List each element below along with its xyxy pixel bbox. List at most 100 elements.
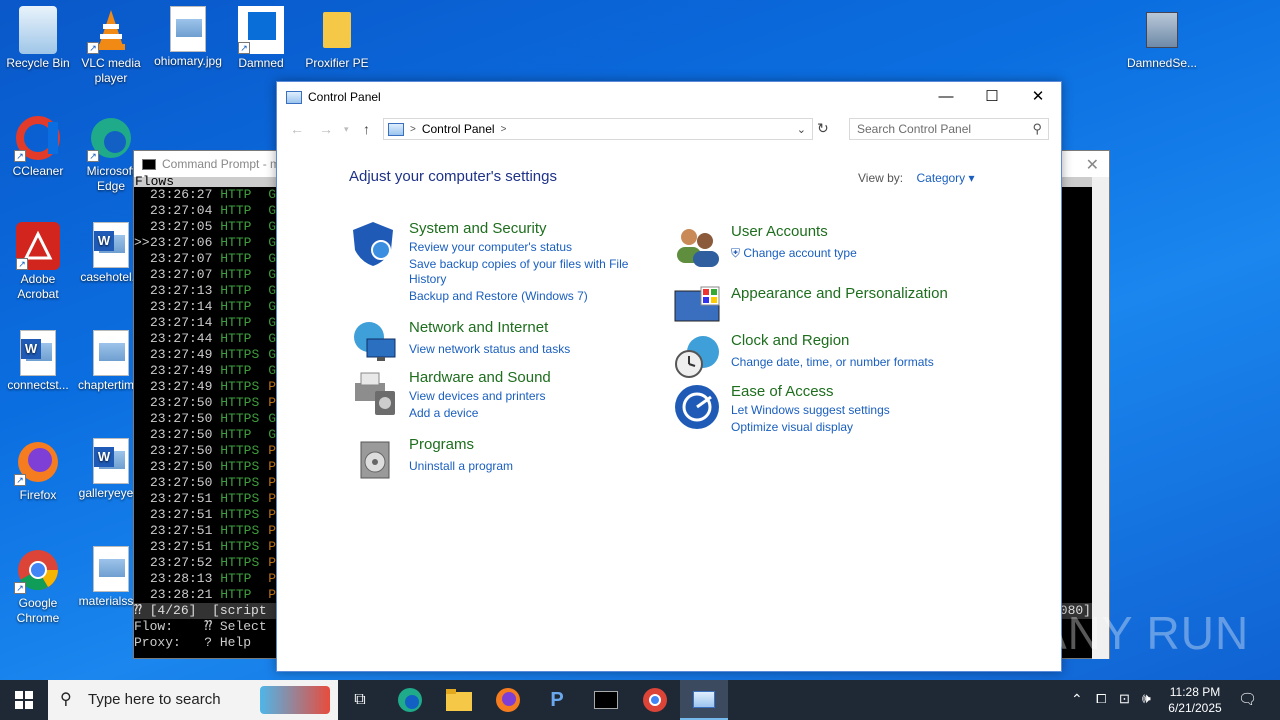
category-title[interactable]: Clock and Region (731, 332, 849, 349)
breadcrumb-control-panel[interactable]: Control Panel (422, 122, 495, 136)
maximize-button[interactable]: ☐ (969, 82, 1015, 112)
taskbar-cmd[interactable] (582, 680, 630, 720)
category-title[interactable]: Network and Internet (409, 319, 548, 336)
flow-protocol: HTTPS (220, 491, 260, 506)
link-save-backup[interactable]: Save backup copies of your files with Fi… (409, 257, 628, 272)
link-review-status[interactable]: Review your computer's status (409, 240, 572, 255)
desktop-icon-ccleaner[interactable]: ↗ CCleaner (0, 108, 76, 179)
taskbar-search-input[interactable]: ⚲ Type here to search (48, 680, 338, 720)
flow-marker (134, 475, 150, 491)
start-button[interactable] (0, 680, 48, 720)
chevron-up-icon[interactable]: ⌃ (1071, 691, 1083, 708)
caret-down-icon: ▾ (968, 171, 975, 185)
word-document-icon: W (93, 438, 129, 484)
link-optimize-display[interactable]: Optimize visual display (731, 420, 853, 435)
desktop-icon-recycle-bin[interactable]: Recycle Bin (0, 0, 76, 71)
taskbar-chrome[interactable] (631, 680, 679, 720)
link-save-backup-cont[interactable]: History (409, 272, 446, 287)
cmd-scrollbar[interactable] (1092, 177, 1109, 659)
cmd-close-button[interactable]: ✕ (1086, 155, 1099, 175)
desktop-icon-label: ohiomary.jpg (154, 54, 222, 68)
forward-arrow-icon[interactable]: → (319, 121, 333, 137)
image-file-icon (93, 330, 129, 376)
view-by-dropdown[interactable]: Category ▾ (916, 171, 974, 185)
network-tray-icon[interactable]: ⧠ (1096, 691, 1106, 707)
desktop-icon-label: CCleaner (12, 164, 64, 178)
cmd-title: Command Prompt - m (162, 157, 281, 171)
flow-time: 23:27:52 (150, 555, 213, 570)
flow-time: 23:27:51 (150, 507, 213, 522)
link-devices-printers[interactable]: View devices and printers (409, 389, 546, 404)
link-windows-suggest[interactable]: Let Windows suggest settings (731, 403, 890, 418)
task-view-button[interactable]: ⧉ (336, 680, 384, 720)
desktop-icon-acrobat[interactable]: ↗ Adobe Acrobat (0, 216, 76, 302)
taskbar-proxifier[interactable]: P (533, 680, 581, 720)
category-title[interactable]: Programs (409, 436, 474, 453)
chevron-down-icon[interactable]: ⌄ (797, 123, 806, 136)
flow-protocol: HTTPS (220, 475, 260, 490)
category-title[interactable]: Hardware and Sound (409, 369, 551, 386)
flow-time: 23:27:50 (150, 459, 213, 474)
control-panel-window[interactable]: Control Panel — ☐ ✕ ← → ▾ ↑ > Control Pa… (276, 81, 1062, 672)
link-change-account-type[interactable]: ⛨ Change account type (731, 246, 857, 261)
refresh-icon[interactable]: ↻ (817, 120, 829, 137)
flow-protocol: HTTP (220, 587, 252, 602)
category-title[interactable]: System and Security (409, 220, 547, 237)
notification-icon[interactable]: 🗨 (1238, 690, 1257, 708)
flow-method: G (268, 235, 277, 250)
flow-method: P (268, 379, 277, 394)
desktop-icon-proxifier[interactable]: Proxifier PE (299, 0, 375, 71)
search-icon: ⚲ (60, 691, 72, 708)
flow-marker (134, 491, 150, 507)
category-title[interactable]: User Accounts (731, 223, 828, 240)
flow-method: P (268, 459, 277, 474)
cmd-app-icon (142, 158, 156, 170)
desktop-icon-label: Damned (238, 56, 284, 70)
taskbar-file-explorer[interactable] (435, 680, 483, 720)
search-input[interactable]: Search Control Panel ⚲ (849, 118, 1049, 140)
taskbar-edge[interactable] (386, 680, 434, 720)
flow-protocol: HTTP (220, 571, 252, 586)
control-panel-icon (388, 122, 404, 136)
flow-method: G (268, 251, 277, 266)
flow-method: G (268, 427, 277, 442)
link-backup-restore[interactable]: Backup and Restore (Windows 7) (409, 289, 588, 304)
link-uninstall-program[interactable]: Uninstall a program (409, 459, 513, 474)
flow-method: P (268, 571, 277, 586)
desktop-icon-damnedse[interactable]: DamnedSe... (1124, 0, 1200, 71)
flow-time: 23:27:14 (150, 315, 213, 330)
desktop-icon-damned[interactable]: ↗ Damned (223, 0, 299, 71)
volume-icon[interactable]: 🕪 (1142, 690, 1151, 707)
taskbar-firefox[interactable] (484, 680, 532, 720)
desktop-icon-vlc[interactable]: ↗ VLC media player (73, 0, 149, 86)
taskbar-control-panel[interactable] (680, 680, 728, 720)
category-title[interactable]: Ease of Access (731, 383, 834, 400)
flow-method: P (268, 539, 277, 554)
link-add-device[interactable]: Add a device (409, 406, 478, 421)
close-button[interactable]: ✕ (1015, 82, 1061, 112)
link-network-status[interactable]: View network status and tasks (409, 342, 570, 357)
flow-marker (134, 251, 150, 267)
up-arrow-icon[interactable]: ↑ (363, 121, 370, 137)
link-date-time-formats[interactable]: Change date, time, or number formats (731, 355, 934, 370)
flow-marker (134, 571, 150, 587)
category-title[interactable]: Appearance and Personalization (731, 285, 948, 302)
flow-time: 23:27:51 (150, 523, 213, 538)
flow-marker: >> (134, 235, 150, 250)
network-globe-icon (351, 319, 399, 367)
desktop-icon-chrome[interactable]: ↗ Google Chrome (0, 540, 76, 626)
desktop-icon-firefox[interactable]: ↗ Firefox (0, 432, 76, 503)
flow-protocol: HTTPS (220, 347, 260, 362)
clock[interactable]: 11:28 PM 6/21/2025 (1166, 684, 1224, 716)
desktop-icon-connectst[interactable]: W connectst... (0, 324, 76, 393)
desktop-icon-ohiomary[interactable]: ohiomary.jpg (150, 0, 226, 69)
minimize-button[interactable]: — (923, 82, 969, 112)
flow-method: P (268, 523, 277, 538)
address-bar[interactable]: > Control Panel > ⌄ (383, 118, 813, 140)
back-arrow-icon[interactable]: ← (290, 121, 304, 137)
flow-protocol: HTTPS (220, 395, 260, 410)
recent-dropdown-icon[interactable]: ▾ (344, 124, 349, 135)
flow-method: P (268, 555, 277, 570)
display-tray-icon[interactable]: ⊡ (1119, 691, 1130, 707)
flow-time: 23:27:13 (150, 283, 213, 298)
